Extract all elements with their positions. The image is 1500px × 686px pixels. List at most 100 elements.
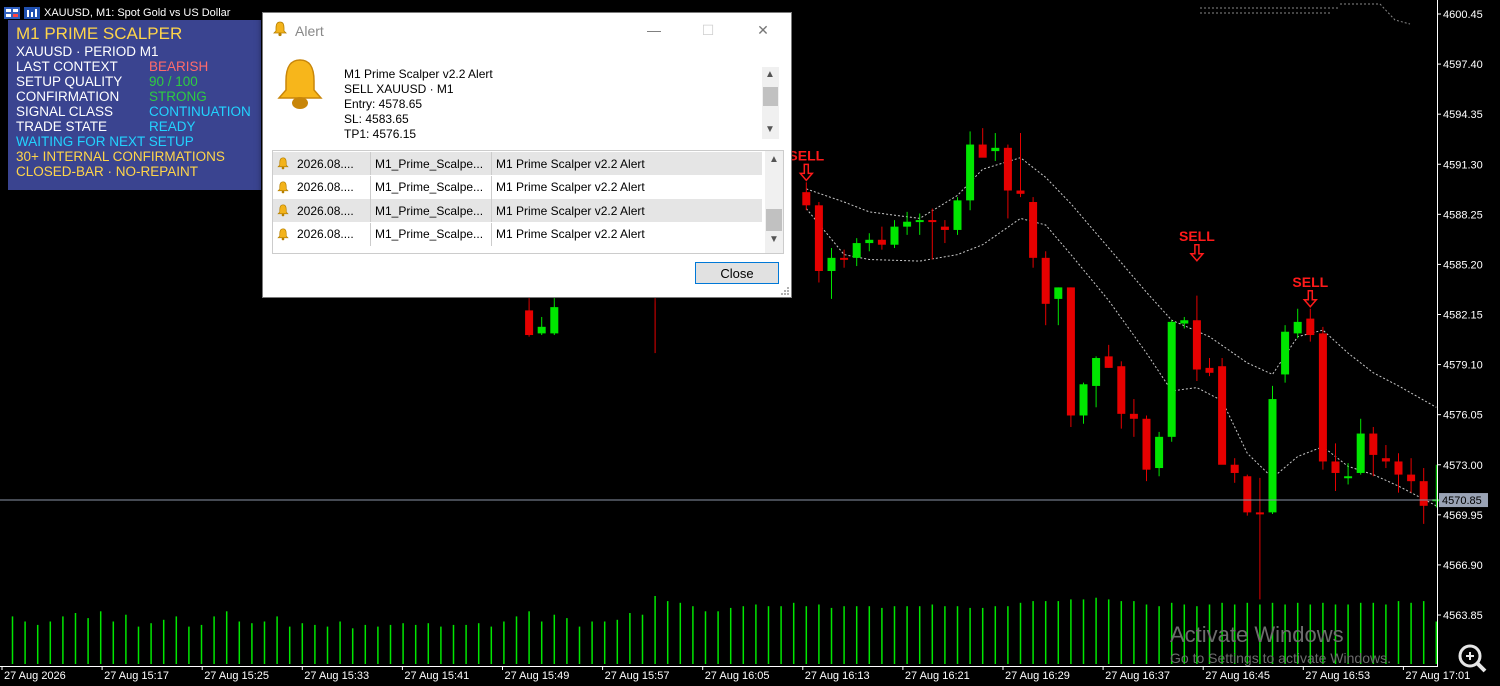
time-tick-label: 27 Aug 16:53 (1305, 670, 1370, 682)
time-tick-label: 27 Aug 15:33 (304, 670, 369, 682)
sell-signal-label: SELL (1179, 228, 1215, 244)
scroll-down-icon[interactable]: ▼ (765, 124, 775, 135)
candle-body (1180, 320, 1189, 324)
time-axis: 27 Aug 2026 27 Aug 15:17 27 Aug 15:25 27 Au… (0, 666, 1470, 682)
alert-list-row[interactable]: 2026.08.... M1_Prime_Scalpe... M1 Prime Sc… (273, 199, 762, 222)
bell-icon (277, 180, 289, 193)
price-tick-label: 4588.25 (1443, 209, 1483, 221)
maximize-button[interactable]: ☐ (685, 13, 731, 47)
candle-body (953, 200, 962, 230)
candle-body (966, 144, 975, 201)
price-tick-label: 4591.30 (1443, 159, 1483, 171)
price-tick-label: 4594.35 (1443, 109, 1483, 121)
upper-band-line-top (1200, 3, 1411, 25)
indicator-line-value: STRONG (149, 89, 207, 104)
time-tick-label: 27 Aug 16:13 (805, 670, 870, 682)
candle-body (1205, 367, 1214, 373)
alert-time: 2026.08.... (297, 180, 354, 194)
indicator-line-label: WAITING FOR NEXT SETUP (16, 134, 194, 149)
candle-body (537, 326, 546, 334)
close-window-button[interactable]: ✕ (740, 13, 786, 47)
zoom-magnifier-icon[interactable] (1456, 642, 1488, 674)
indicator-line-label: XAUUSD · PERIOD M1 (16, 44, 159, 59)
candle-body (802, 192, 811, 206)
indicator-line-label: CLOSED-BAR · NO-REPAINT (16, 164, 199, 179)
indicator-line-label: LAST CONTEXT (16, 59, 118, 74)
alert-list[interactable]: 2026.08.... M1_Prime_Scalpe... M1 Prime Sc… (272, 150, 784, 254)
alert-list-row[interactable]: 2026.08.... M1_Prime_Scalpe... M1 Prime Sc… (273, 175, 762, 199)
scroll-up-icon[interactable]: ▲ (765, 69, 775, 80)
indicator-line-label: 30+ INTERNAL CONFIRMATIONS (16, 149, 225, 164)
price-tick-label: 4585.20 (1443, 259, 1483, 271)
indicator-line: LAST CONTEXT BEARISH (16, 59, 208, 74)
indicator-line-label: SIGNAL CLASS (16, 104, 114, 119)
candle-body (1419, 481, 1428, 506)
candle-body (1041, 257, 1050, 304)
time-tick-label: 27 Aug 16:37 (1105, 670, 1170, 682)
indicator-icon (24, 7, 40, 19)
candle-body (1079, 384, 1088, 416)
alert-title: Alert (295, 23, 324, 39)
alert-titlebar[interactable]: Alert — ☐ ✕ (263, 13, 791, 47)
bell-large-icon (277, 59, 323, 109)
alert-list-row[interactable]: 2026.08.... M1_Prime_Scalpe... M1 Prime Sc… (273, 222, 762, 246)
candle-body (814, 205, 823, 271)
candle-body (928, 220, 937, 223)
price-tick-label: 4579.10 (1443, 360, 1483, 372)
price-tick-label: 4573.00 (1443, 460, 1483, 472)
alert-time: 2026.08.... (297, 227, 354, 241)
candle-body (865, 239, 874, 244)
resize-grip-icon[interactable] (780, 286, 790, 296)
current-price-label: 4570.85 (1442, 495, 1482, 507)
indicator-line-label: TRADE STATE (16, 119, 108, 134)
candle-body (1331, 461, 1340, 473)
alert-time-cell: 2026.08.... (273, 199, 371, 222)
list-scroll-up-icon[interactable]: ▲ (769, 154, 779, 165)
alert-time: 2026.08.... (297, 203, 354, 218)
candle-body (1281, 331, 1290, 375)
candle-body (525, 310, 534, 336)
list-scrollbar[interactable]: ▲ ▼ (765, 151, 783, 253)
alert-dialog[interactable]: Alert — ☐ ✕ M1 Prime Scalper v2.2 Alert S… (262, 12, 792, 298)
candle-body (1230, 464, 1239, 473)
price-tick-label: 4566.90 (1443, 560, 1483, 572)
alert-message: M1 Prime Scalper v2.2 Alert SELL XAUUSD ·… (344, 67, 738, 142)
candle-body (915, 220, 924, 223)
price-tick-label: 4563.85 (1443, 610, 1483, 622)
alert-message-cell: M1 Prime Scalper v2.2 Alert (496, 227, 645, 241)
candle-body (1293, 321, 1302, 334)
alert-message-line: Entry: 4578.65 (344, 97, 423, 111)
message-scrollbar[interactable]: ▲ ▼ (762, 67, 779, 139)
alert-message-line: SELL XAUUSD · M1 (344, 82, 454, 96)
alert-list-row[interactable]: 2026.08.... M1_Prime_Scalpe... M1 Prime Sc… (273, 152, 762, 175)
alert-time-cell: 2026.08.... (273, 175, 371, 199)
candle-body (1117, 366, 1126, 414)
lower-band-line (805, 208, 1437, 507)
indicator-line: WAITING FOR NEXT SETUP (16, 134, 194, 149)
candle-body (877, 239, 886, 245)
list-scroll-down-icon[interactable]: ▼ (769, 234, 779, 245)
sell-signals: SELL SELL SELL (788, 147, 1329, 308)
sell-signal-label: SELL (788, 147, 824, 163)
list-scroll-thumb[interactable] (766, 209, 782, 231)
candle-body (991, 147, 1000, 152)
minimize-button[interactable]: — (631, 13, 677, 47)
indicator-line: CLOSED-BAR · NO-REPAINT (16, 164, 198, 179)
chart-window-icon (4, 7, 20, 19)
bell-icon (277, 157, 289, 170)
indicator-title: M1 PRIME SCALPER (16, 24, 183, 43)
time-tick-label: 27 Aug 2026 (4, 670, 66, 682)
sell-arrow-icon (1189, 244, 1205, 262)
alert-message-line: SL: 4583.65 (344, 112, 409, 126)
scroll-thumb[interactable] (763, 87, 778, 106)
candle-body (1255, 512, 1264, 515)
candle-body (1218, 366, 1227, 465)
alert-message-cell: M1 Prime Scalper v2.2 Alert (496, 156, 645, 171)
alert-source-cell: M1_Prime_Scalpe... (371, 175, 492, 199)
sell-arrow-icon (798, 163, 814, 182)
close-button[interactable]: Close (695, 262, 779, 284)
alert-message-cell: M1 Prime Scalper v2.2 Alert (496, 180, 645, 194)
indicator-line-value: 90 / 100 (149, 74, 198, 89)
candle-body (1092, 358, 1101, 386)
candle-body (1016, 190, 1025, 194)
